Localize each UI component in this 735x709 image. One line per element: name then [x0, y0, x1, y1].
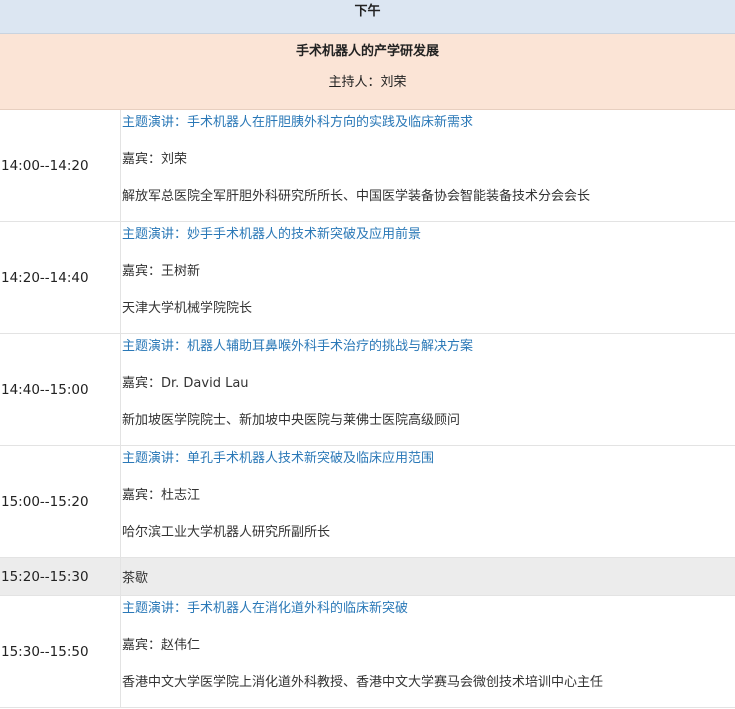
row-topic: 主题演讲：妙手手术机器人的技术新突破及应用前景: [122, 227, 422, 242]
tea-break-label: 茶歇: [120, 558, 735, 595]
schedule-table: 下午 手术机器人的产学研发展 主持人：刘荣 14:00--14:20 主题演讲：…: [0, 0, 735, 708]
row-affiliation: 解放军总医院全军肝胆外科研究所所长、中国医学装备协会智能装备技术分会会长: [122, 189, 591, 204]
row-time: 14:00--14:20: [1, 157, 89, 174]
afternoon-label: 下午: [354, 4, 381, 19]
row-detail: 主题演讲：手术机器人在肝胆胰外科方向的实践及临床新需求 嘉宾：刘荣 解放军总医院…: [120, 110, 735, 221]
row-speaker: 嘉宾：刘荣: [122, 152, 188, 167]
row-topic: 主题演讲：手术机器人在消化道外科的临床新突破: [122, 601, 409, 616]
row-speaker: 嘉宾：Dr. David Lau: [122, 376, 249, 391]
schedule-row: 14:40--15:00 主题演讲：机器人辅助耳鼻喉外科手术治疗的挑战与解决方案…: [0, 334, 735, 446]
row-detail: 主题演讲：机器人辅助耳鼻喉外科手术治疗的挑战与解决方案 嘉宾：Dr. David…: [120, 334, 735, 445]
row-topic: 主题演讲：机器人辅助耳鼻喉外科手术治疗的挑战与解决方案: [122, 339, 474, 354]
row-topic: 主题演讲：单孔手术机器人技术新突破及临床应用范围: [122, 451, 435, 466]
tea-break-row: 15:20--15:30 茶歇: [0, 558, 735, 596]
afternoon-header: 下午: [0, 0, 735, 34]
row-affiliation: 香港中文大学医学院上消化道外科教授、香港中文大学赛马会微创技术培训中心主任: [122, 675, 604, 690]
session-host: 主持人：刘荣: [328, 75, 407, 90]
row-speaker: 嘉宾：王树新: [122, 264, 201, 279]
row-affiliation: 哈尔滨工业大学机器人研究所副所长: [122, 525, 331, 540]
row-detail: 主题演讲：妙手手术机器人的技术新突破及应用前景 嘉宾：王树新 天津大学机械学院院…: [120, 222, 735, 333]
row-speaker: 嘉宾：赵伟仁: [122, 638, 201, 653]
row-time: 15:20--15:30: [1, 568, 89, 585]
schedule-row: 15:30--15:50 主题演讲：手术机器人在消化道外科的临床新突破 嘉宾：赵…: [0, 596, 735, 708]
schedule-row: 14:00--14:20 主题演讲：手术机器人在肝胆胰外科方向的实践及临床新需求…: [0, 110, 735, 222]
row-detail: 主题演讲：单孔手术机器人技术新突破及临床应用范围 嘉宾：杜志江 哈尔滨工业大学机…: [120, 446, 735, 557]
session-title: 手术机器人的产学研发展: [295, 44, 439, 59]
row-time: 15:30--15:50: [1, 643, 89, 660]
row-time: 14:20--14:40: [1, 269, 89, 286]
row-time: 15:00--15:20: [1, 493, 89, 510]
row-speaker: 嘉宾：杜志江: [122, 488, 201, 503]
row-affiliation: 新加坡医学院院士、新加坡中央医院与莱佛士医院高级顾问: [122, 413, 461, 428]
schedule-row: 14:20--14:40 主题演讲：妙手手术机器人的技术新突破及应用前景 嘉宾：…: [0, 222, 735, 334]
schedule-row: 15:00--15:20 主题演讲：单孔手术机器人技术新突破及临床应用范围 嘉宾…: [0, 446, 735, 558]
row-affiliation: 天津大学机械学院院长: [122, 301, 253, 316]
row-detail: 主题演讲：手术机器人在消化道外科的临床新突破 嘉宾：赵伟仁 香港中文大学医学院上…: [120, 596, 735, 707]
row-topic: 主题演讲：手术机器人在肝胆胰外科方向的实践及临床新需求: [122, 115, 474, 130]
row-time: 14:40--15:00: [1, 381, 89, 398]
session-header: 手术机器人的产学研发展 主持人：刘荣: [0, 34, 735, 110]
